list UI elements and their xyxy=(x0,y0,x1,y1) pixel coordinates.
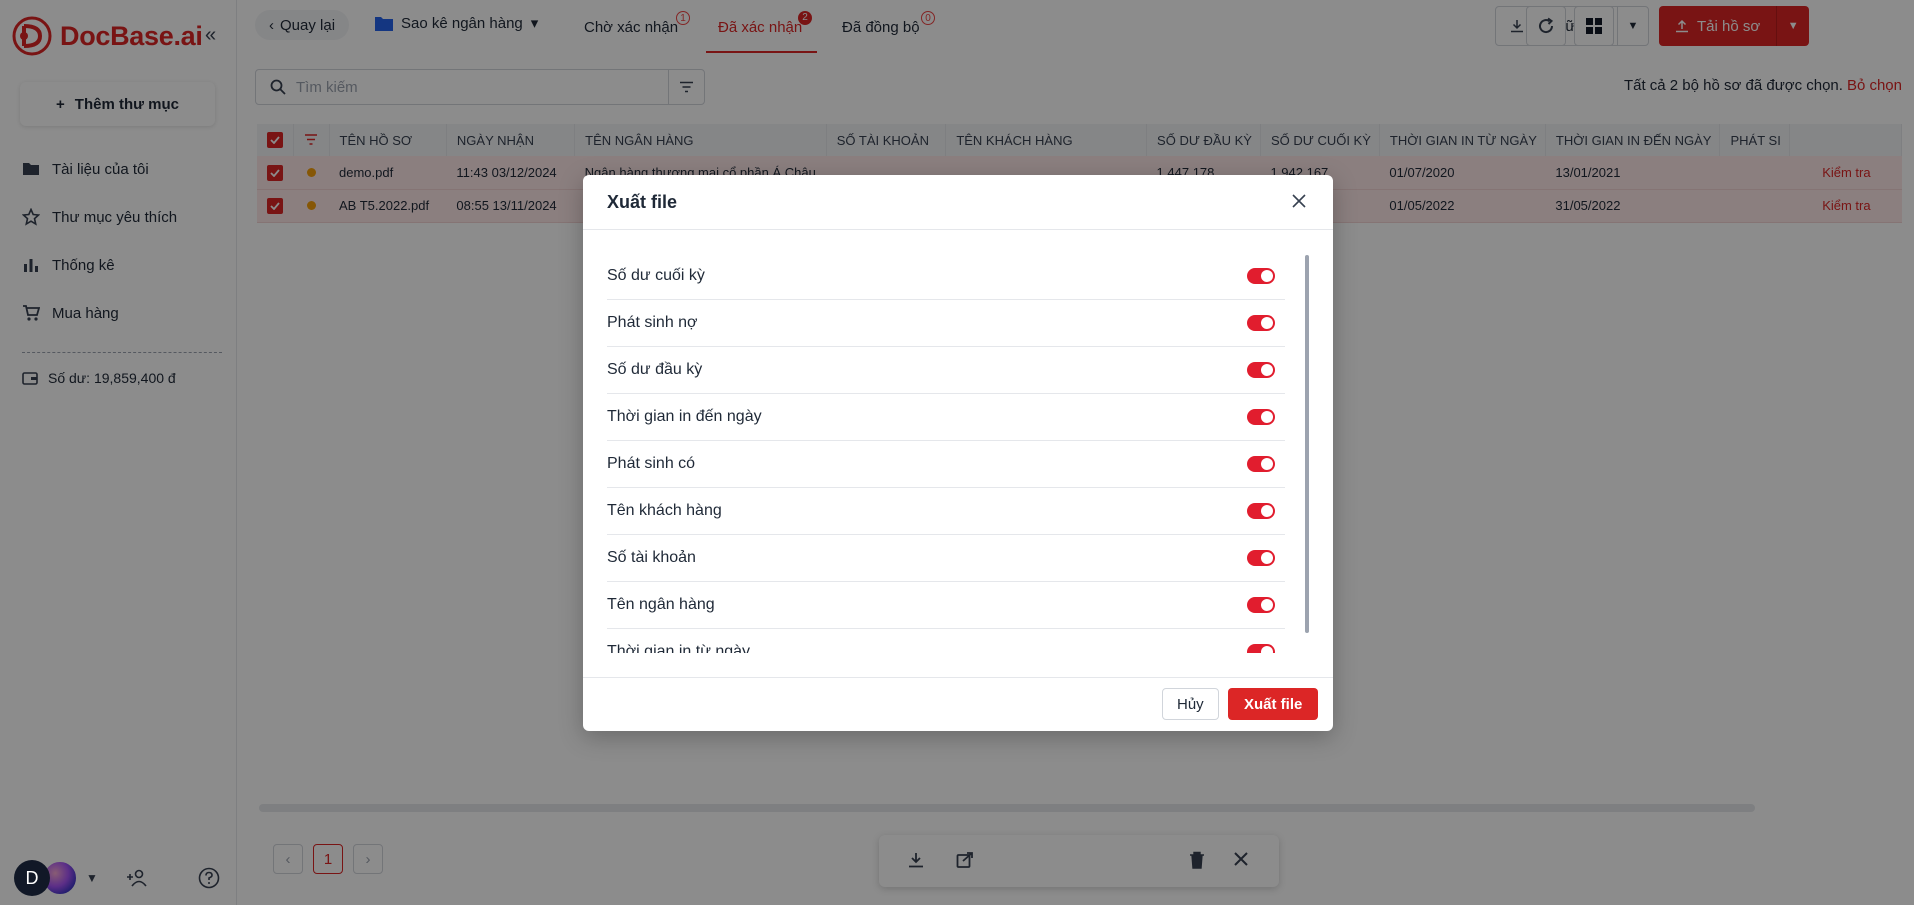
modal-footer: Hủy Xuất file xyxy=(583,677,1333,731)
field-toggle[interactable] xyxy=(1247,409,1275,425)
export-file-modal: Xuất file Số dư cuối kỳ Phát sinh nợ Số … xyxy=(583,175,1333,731)
field-toggle-row: Phát sinh có xyxy=(607,441,1285,488)
field-toggle-row: Số dư cuối kỳ xyxy=(607,253,1285,300)
field-toggle-row: Số dư đầu kỳ xyxy=(607,347,1285,394)
field-toggle[interactable] xyxy=(1247,268,1275,284)
modal-header: Xuất file xyxy=(583,175,1333,230)
field-label: Số tài khoản xyxy=(607,549,696,566)
field-label: Số dư cuối kỳ xyxy=(607,267,705,284)
field-label: Thời gian in đến ngày xyxy=(607,408,762,425)
field-toggle-row: Thời gian in từ ngày xyxy=(607,629,1285,653)
field-toggle-list: Số dư cuối kỳ Phát sinh nợ Số dư đầu kỳ … xyxy=(607,253,1285,653)
modal-scrollbar[interactable] xyxy=(1305,255,1309,633)
field-label: Tên khách hàng xyxy=(607,502,722,519)
field-toggle[interactable] xyxy=(1247,362,1275,378)
field-toggle[interactable] xyxy=(1247,315,1275,331)
field-toggle-row: Thời gian in đến ngày xyxy=(607,394,1285,441)
field-toggle[interactable] xyxy=(1247,644,1275,653)
field-toggle[interactable] xyxy=(1247,456,1275,472)
field-toggle[interactable] xyxy=(1247,550,1275,566)
field-toggle-row: Tên khách hàng xyxy=(607,488,1285,535)
field-label: Thời gian in từ ngày xyxy=(607,643,751,653)
field-toggle[interactable] xyxy=(1247,597,1275,613)
field-toggle[interactable] xyxy=(1247,503,1275,519)
field-toggle-row: Số tài khoản xyxy=(607,535,1285,582)
cancel-button[interactable]: Hủy xyxy=(1162,688,1219,720)
field-label: Phát sinh nợ xyxy=(607,314,698,331)
field-toggle-row: Tên ngân hàng xyxy=(607,582,1285,629)
field-label: Phát sinh có xyxy=(607,455,696,472)
export-file-button[interactable]: Xuất file xyxy=(1228,688,1319,720)
close-icon[interactable] xyxy=(1291,193,1307,209)
modal-title: Xuất file xyxy=(607,191,678,212)
field-label: Số dư đầu kỳ xyxy=(607,361,703,378)
field-label: Tên ngân hàng xyxy=(607,596,715,613)
field-toggle-row: Phát sinh nợ xyxy=(607,300,1285,347)
avatar: D xyxy=(14,860,50,896)
